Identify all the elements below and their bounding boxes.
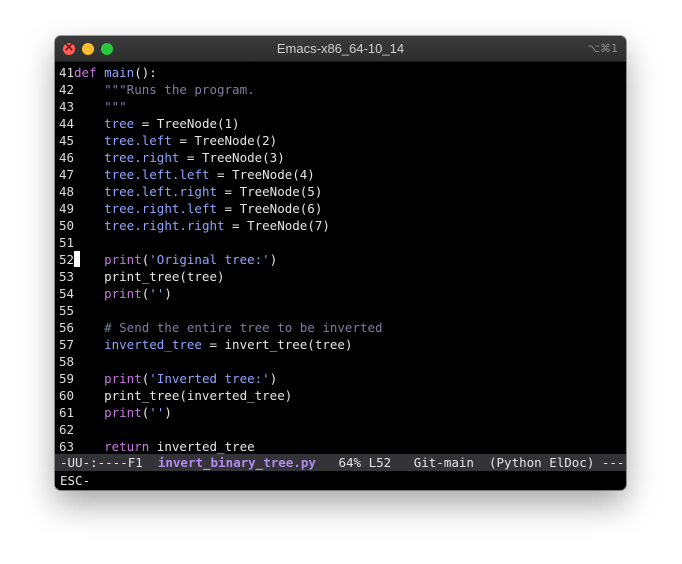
line-number: 55	[59, 303, 75, 318]
code-text[interactable]: # Send the entire tree to be inverted	[74, 319, 382, 336]
title-bar[interactable]: Emacs-x86_64-10_14 ⌥⌘1	[55, 36, 626, 62]
line-number: 52	[59, 252, 75, 267]
code-text[interactable]: """Runs the program.	[74, 81, 255, 98]
line-number: 60	[59, 388, 75, 403]
window-title: Emacs-x86_64-10_14	[276, 41, 405, 56]
line-number: 50	[59, 218, 75, 233]
line-number: 62	[59, 422, 75, 437]
code-text[interactable]: print('Inverted tree:')	[74, 370, 277, 387]
text-cursor	[74, 251, 80, 267]
line-number: 46	[59, 150, 75, 165]
line-number: 61	[59, 405, 75, 420]
code-text[interactable]: tree.left.left = TreeNode(4)	[74, 166, 315, 183]
modeline-position: 64% L52	[315, 455, 414, 470]
line-number: 51	[59, 235, 75, 250]
code-text[interactable]: """	[74, 98, 127, 115]
code-text[interactable]: print_tree(tree)	[74, 268, 224, 285]
code-text[interactable]: def main():	[74, 64, 157, 81]
line-number: 56	[59, 320, 75, 335]
emacs-window: Emacs-x86_64-10_14 ⌥⌘1 41def main():42 "…	[55, 36, 626, 490]
line-number: 47	[59, 167, 75, 182]
line-number: 43	[59, 99, 75, 114]
code-text[interactable]: tree.left.right = TreeNode(5)	[74, 183, 322, 200]
code-text[interactable]: print('Original tree:')	[74, 251, 277, 268]
code-text[interactable]: tree = TreeNode(1)	[74, 115, 239, 132]
line-number: 63	[59, 439, 75, 454]
code-text[interactable]: print('')	[74, 285, 172, 302]
modeline-modes[interactable]: (Python ElDoc) ---------	[489, 455, 626, 470]
modeline-filename[interactable]: invert_binary_tree.py	[158, 455, 316, 470]
line-number: 44	[59, 116, 75, 131]
line-number: 41	[59, 65, 75, 80]
modeline-vc-branch[interactable]: Git-main	[414, 455, 489, 470]
editor-buffer[interactable]: 41 def main(): 42 """Runs the program. 43 "…	[55, 62, 626, 455]
code-text[interactable]: print('')	[74, 404, 172, 421]
code-text[interactable]: tree.left = TreeNode(2)	[74, 132, 277, 149]
code-text[interactable]: tree.right = TreeNode(3)	[74, 149, 285, 166]
code-text[interactable]: inverted_tree = invert_tree(tree)	[74, 336, 352, 353]
line-number: 53	[59, 269, 75, 284]
minibuffer[interactable]: ESC-	[55, 471, 626, 490]
mode-line: -UU-:----F1 invert_binary_tree.py 64% L5…	[55, 454, 626, 471]
line-number: 49	[59, 201, 75, 216]
line-number: 48	[59, 184, 75, 199]
window-shortcut: ⌥⌘1	[587, 42, 618, 55]
line-number: 57	[59, 337, 75, 352]
code-text[interactable]: tree.right.left = TreeNode(6)	[74, 200, 322, 217]
code-text[interactable]: return inverted_tree	[74, 438, 255, 455]
line-number: 59	[59, 371, 75, 386]
line-number: 58	[59, 354, 75, 369]
code-text[interactable]: print_tree(inverted_tree)	[74, 387, 292, 404]
code-text[interactable]: tree.right.right = TreeNode(7)	[74, 217, 330, 234]
modeline-status: -UU-:----F1	[60, 455, 158, 470]
line-number: 42	[59, 82, 75, 97]
line-number: 45	[59, 133, 75, 148]
line-number: 54	[59, 286, 75, 301]
